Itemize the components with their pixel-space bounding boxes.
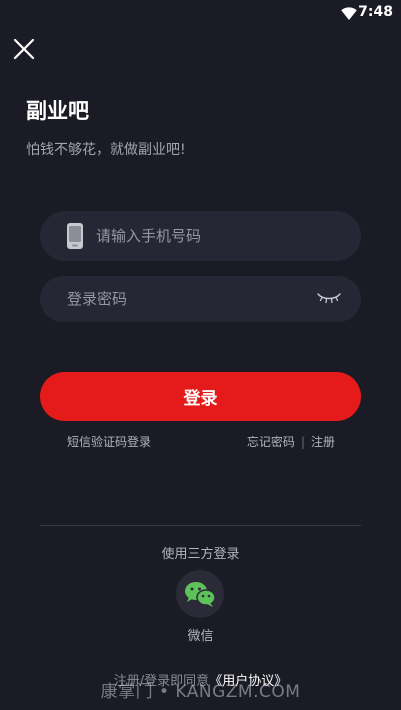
close-button[interactable] — [12, 37, 36, 61]
close-icon — [13, 38, 35, 60]
wechat-icon — [185, 582, 216, 607]
link-separator: | — [300, 435, 305, 449]
password-input[interactable] — [67, 276, 317, 322]
page-title: 副业吧 — [26, 99, 89, 123]
account-links: 忘记密码 | 注册 — [247, 433, 335, 450]
wechat-label: 微信 — [187, 629, 214, 644]
eye-closed-icon[interactable] — [317, 291, 341, 305]
third-party-login-title: 使用三方登录 — [161, 547, 240, 562]
login-button[interactable]: 登录 — [40, 372, 361, 421]
phone-field-container — [40, 211, 361, 261]
phone-input[interactable] — [96, 211, 336, 261]
wechat-login-button[interactable] — [176, 570, 224, 618]
sms-login-link[interactable]: 短信验证码登录 — [67, 433, 151, 450]
phone-icon — [67, 223, 83, 249]
forgot-password-link[interactable]: 忘记密码 — [247, 435, 295, 449]
divider — [40, 525, 361, 526]
page-subtitle: 怕钱不够花，就做副业吧! — [26, 142, 186, 158]
status-bar: 7:48 — [0, 0, 401, 26]
password-field-container — [40, 276, 361, 322]
watermark: 康掌门 • KANGZM.COM — [100, 682, 301, 702]
status-time: 7:48 — [358, 4, 393, 20]
register-link[interactable]: 注册 — [311, 435, 335, 449]
wifi-icon — [341, 7, 357, 20]
